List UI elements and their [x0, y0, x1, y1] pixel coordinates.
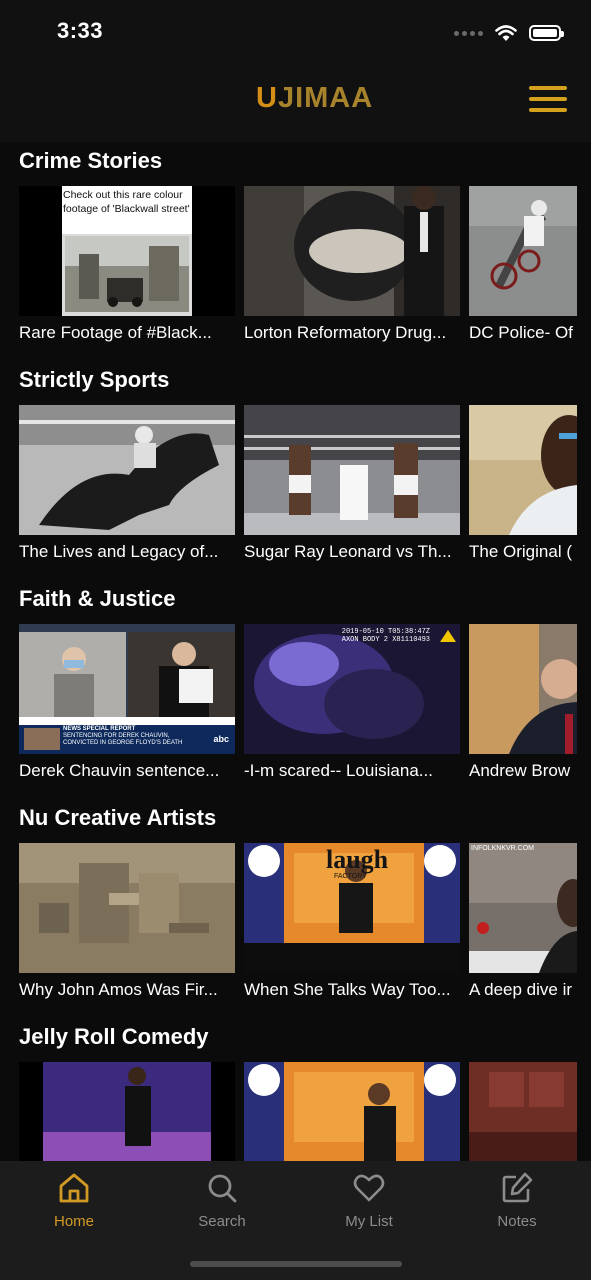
- video-card[interactable]: 2019-05-10 T05:38:47Z AXON BODY 2 X81110…: [244, 624, 460, 780]
- status-time: 3:33: [57, 18, 104, 43]
- section-title: Nu Creative Artists: [19, 805, 217, 830]
- video-title: Andrew Brow: [469, 761, 571, 780]
- video-card[interactable]: INFOLKNKVR.COM A deep dive ir: [469, 843, 577, 999]
- caption-line: footage of 'Blackwall street': [63, 203, 190, 215]
- section-title: Jelly Roll Comedy: [19, 1024, 209, 1049]
- banner-line: CONVICTED IN GEORGE FLOYD'S DEATH: [63, 740, 183, 746]
- tab-label: Home: [53, 1213, 94, 1230]
- stamp-line: AXON BODY 2 X81110493: [341, 636, 430, 644]
- club-logo-subtext: FACTORY: [334, 873, 367, 880]
- video-row[interactable]: NEWS SPECIAL REPORT SENTENCING FOR DEREK…: [19, 624, 591, 780]
- tab-search[interactable]: Search: [172, 1171, 272, 1235]
- tab-notes[interactable]: Notes: [467, 1171, 567, 1235]
- video-title: The Original (: [469, 542, 572, 561]
- video-card[interactable]: Check out this rare colour footage of 'B…: [19, 186, 235, 342]
- banner-line: NEWS SPECIAL REPORT: [63, 726, 136, 732]
- video-title: -I-m scared-- Louisiana...: [244, 761, 433, 780]
- video-title: Sugar Ray Leonard vs Th...: [244, 542, 452, 561]
- tab-my-list[interactable]: My List: [319, 1171, 419, 1235]
- video-thumbnail: [469, 186, 577, 316]
- battery-icon: [529, 25, 564, 41]
- video-card[interactable]: laugh FACTORY When She Talks Way Too...: [244, 843, 460, 999]
- video-row[interactable]: Why John Amos Was Fir... laugh FACTORY W…: [19, 843, 591, 999]
- video-thumbnail: [19, 1062, 235, 1162]
- wifi-icon: [495, 25, 517, 41]
- banner-line: SENTENCING FOR DEREK CHAUVIN,: [63, 733, 170, 739]
- video-card[interactable]: NEWS SPECIAL REPORT SENTENCING FOR DEREK…: [19, 624, 235, 780]
- app-header: UJIMAA: [0, 64, 591, 142]
- video-thumbnail: 2019-05-10 T05:38:47Z AXON BODY 2 X81110…: [244, 624, 460, 754]
- video-title: DC Police- Of: [469, 323, 573, 342]
- status-bar: 3:33: [0, 0, 591, 64]
- cellular-signal-icon: [454, 30, 483, 36]
- video-card[interactable]: [19, 1062, 235, 1162]
- video-title: Derek Chauvin sentence...: [19, 761, 220, 780]
- status-icons: [454, 22, 564, 44]
- section-title: Crime Stories: [19, 148, 163, 173]
- news-logo: abc: [213, 734, 229, 744]
- video-thumbnail: [469, 405, 577, 535]
- video-card[interactable]: DC Police- Of: [469, 186, 577, 342]
- video-title: A deep dive ir: [469, 980, 573, 999]
- caption-line: Check out this rare colour: [63, 189, 183, 201]
- watermark-text: INFOLKNKVR.COM: [471, 845, 535, 852]
- logo-letter-u: U: [256, 82, 278, 114]
- video-card[interactable]: Lorton Reformatory Drug...: [244, 186, 460, 342]
- video-card[interactable]: Sugar Ray Leonard vs Th...: [244, 405, 460, 561]
- video-title: Rare Footage of #Black...: [19, 323, 212, 342]
- club-logo-text: laugh: [326, 845, 389, 874]
- video-card[interactable]: The Lives and Legacy of...: [19, 405, 235, 561]
- hamburger-menu-button[interactable]: [529, 84, 567, 114]
- video-thumbnail: [244, 1062, 460, 1162]
- home-feed[interactable]: Crime Stories Check out this rare colour…: [0, 142, 591, 1162]
- video-row[interactable]: [19, 1062, 591, 1162]
- logo-text: JIMAA: [277, 82, 374, 114]
- home-icon: [59, 1173, 89, 1203]
- thumbnail-caption: Check out this rare colour footage of 'B…: [63, 188, 191, 216]
- video-row[interactable]: Check out this rare colour footage of 'B…: [19, 186, 591, 342]
- video-thumbnail: [244, 405, 460, 535]
- video-card[interactable]: [244, 1062, 460, 1162]
- video-title: When She Talks Way Too...: [244, 980, 451, 999]
- app-logo[interactable]: UJIMAA: [256, 82, 373, 115]
- notes-icon: [502, 1172, 533, 1203]
- video-thumbnail: [469, 1062, 577, 1162]
- video-title: Lorton Reformatory Drug...: [244, 323, 447, 342]
- video-thumbnail: [19, 405, 235, 535]
- heart-icon: [353, 1174, 385, 1202]
- tab-home[interactable]: Home: [24, 1171, 124, 1235]
- video-card[interactable]: Andrew Brow: [469, 624, 577, 780]
- home-indicator[interactable]: [190, 1261, 402, 1267]
- tab-label: My List: [345, 1213, 393, 1230]
- video-thumbnail: INFOLKNKVR.COM: [469, 843, 577, 973]
- video-thumbnail: NEWS SPECIAL REPORT SENTENCING FOR DEREK…: [19, 624, 235, 754]
- video-row[interactable]: The Lives and Legacy of... Sugar Ray Leo…: [19, 405, 591, 561]
- section-title: Faith & Justice: [19, 586, 176, 611]
- video-card[interactable]: [469, 1062, 577, 1162]
- video-thumbnail: [19, 843, 235, 973]
- video-thumbnail: [244, 186, 460, 316]
- tab-label: Notes: [497, 1213, 537, 1230]
- news-banner: NEWS SPECIAL REPORT SENTENCING FOR DEREK…: [63, 726, 182, 747]
- stamp-line: 2019-05-10 T05:38:47Z: [341, 628, 430, 636]
- video-thumbnail: [469, 624, 577, 754]
- video-card[interactable]: Why John Amos Was Fir...: [19, 843, 235, 999]
- video-title: Why John Amos Was Fir...: [19, 980, 218, 999]
- section-title: Strictly Sports: [19, 367, 170, 392]
- video-thumbnail: Check out this rare colour footage of 'B…: [19, 186, 235, 316]
- search-icon: [208, 1174, 237, 1203]
- video-card[interactable]: The Original (: [469, 405, 577, 561]
- video-thumbnail: laugh FACTORY: [244, 843, 460, 973]
- video-title: The Lives and Legacy of...: [19, 542, 219, 561]
- bodycam-stamp: 2019-05-10 T05:38:47Z AXON BODY 2 X81110…: [342, 628, 430, 644]
- tab-label: Search: [198, 1213, 246, 1230]
